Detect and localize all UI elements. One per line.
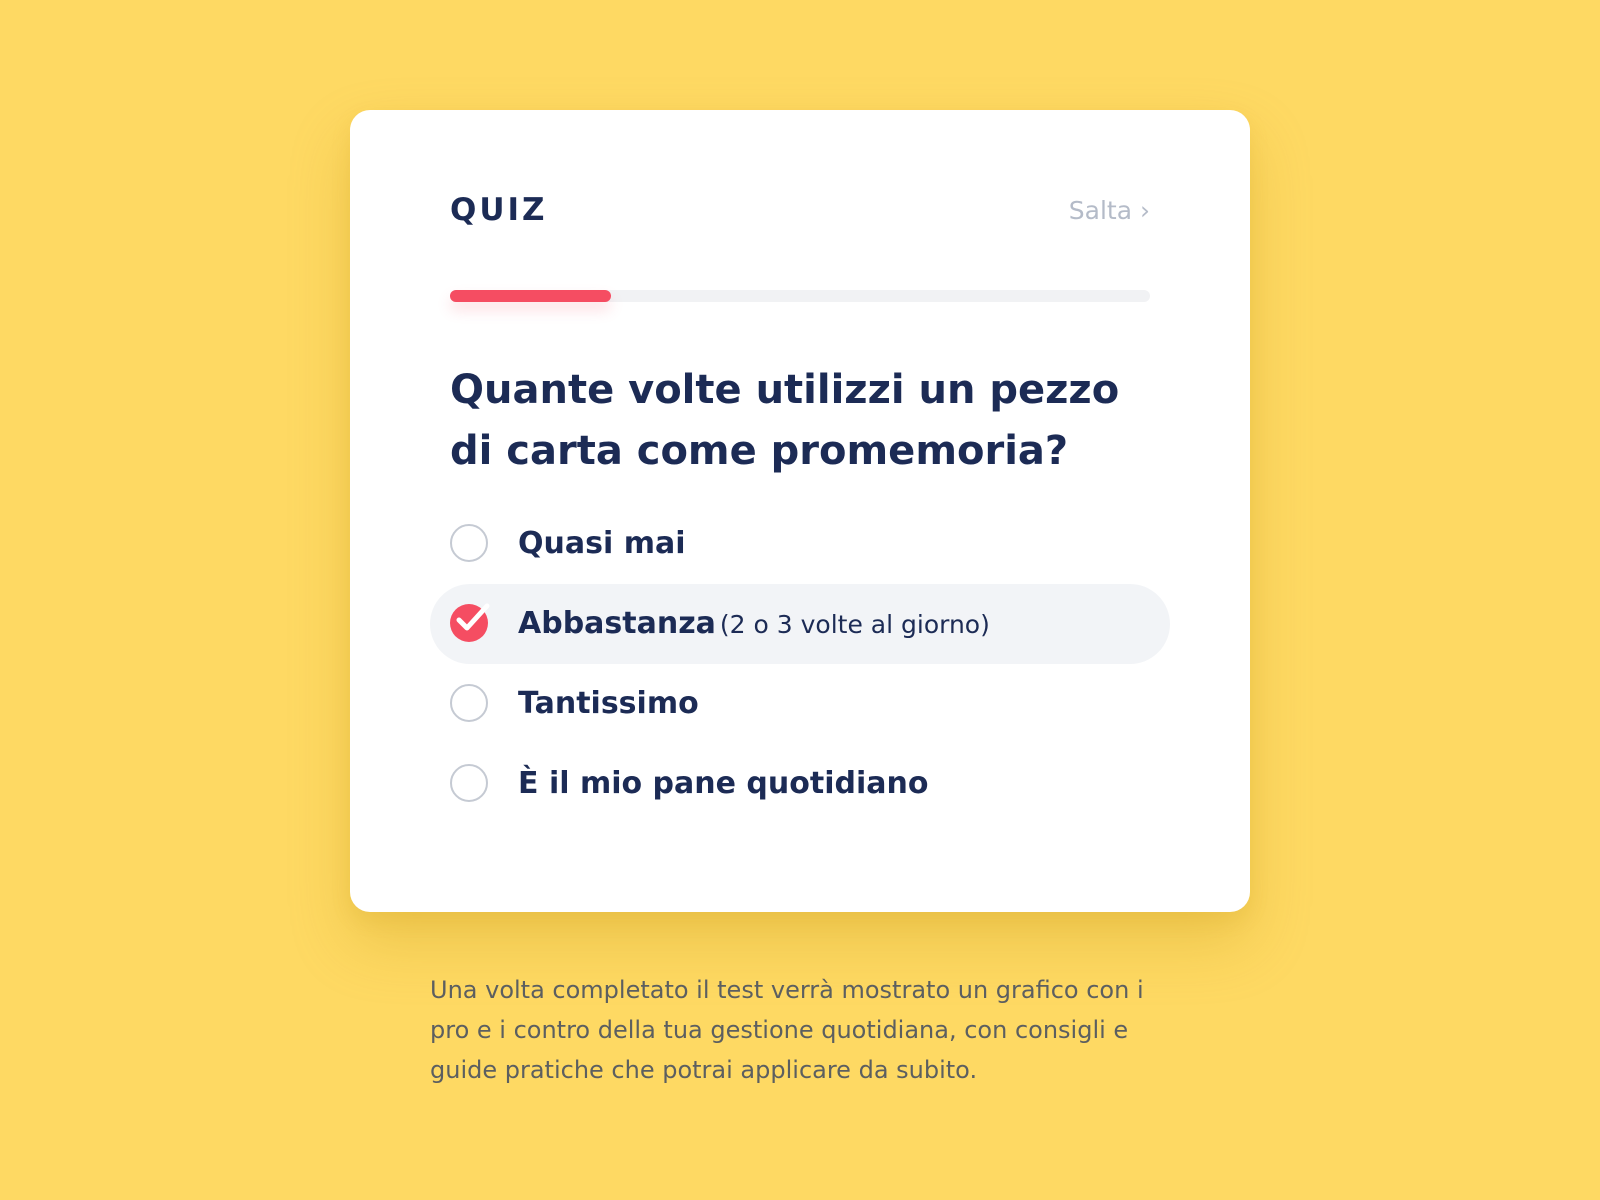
radio-button[interactable] [450, 764, 488, 802]
option-label: Abbastanza [518, 606, 716, 641]
radio-button[interactable] [450, 524, 488, 562]
progress-bar [450, 290, 1150, 302]
option-tantissimo[interactable]: Tantissimo [430, 664, 1170, 744]
quiz-title: QUIZ [450, 192, 548, 228]
option-quasi-mai[interactable]: Quasi mai [430, 504, 1170, 584]
check-icon [456, 603, 490, 631]
answer-options: Quasi mai Abbastanza (2 o 3 volte al gior… [430, 504, 1170, 824]
radio-button-checked[interactable] [450, 603, 490, 642]
option-label: Quasi mai [518, 526, 686, 561]
option-label: Tantissimo [518, 686, 699, 721]
results-description: Una volta completato il test verrà mostr… [430, 976, 1144, 1084]
option-abbastanza[interactable]: Abbastanza (2 o 3 volte al giorno) [430, 584, 1170, 664]
question-text: Quante volte utilizzi un pezzo di carta … [450, 367, 1120, 474]
option-label-group: Abbastanza (2 o 3 volte al giorno) [518, 584, 990, 665]
option-label: È il mio pane quotidiano [518, 766, 929, 801]
option-note: (2 o 3 volte al giorno) [719, 610, 990, 639]
skip-link[interactable]: Salta › [1069, 196, 1150, 225]
option-pane-quotidiano[interactable]: È il mio pane quotidiano [430, 744, 1170, 824]
quiz-card: QUIZ Salta › Quante volte utilizzi un pe… [350, 110, 1250, 912]
progress-bar-fill [450, 290, 611, 302]
radio-button[interactable] [450, 684, 488, 722]
